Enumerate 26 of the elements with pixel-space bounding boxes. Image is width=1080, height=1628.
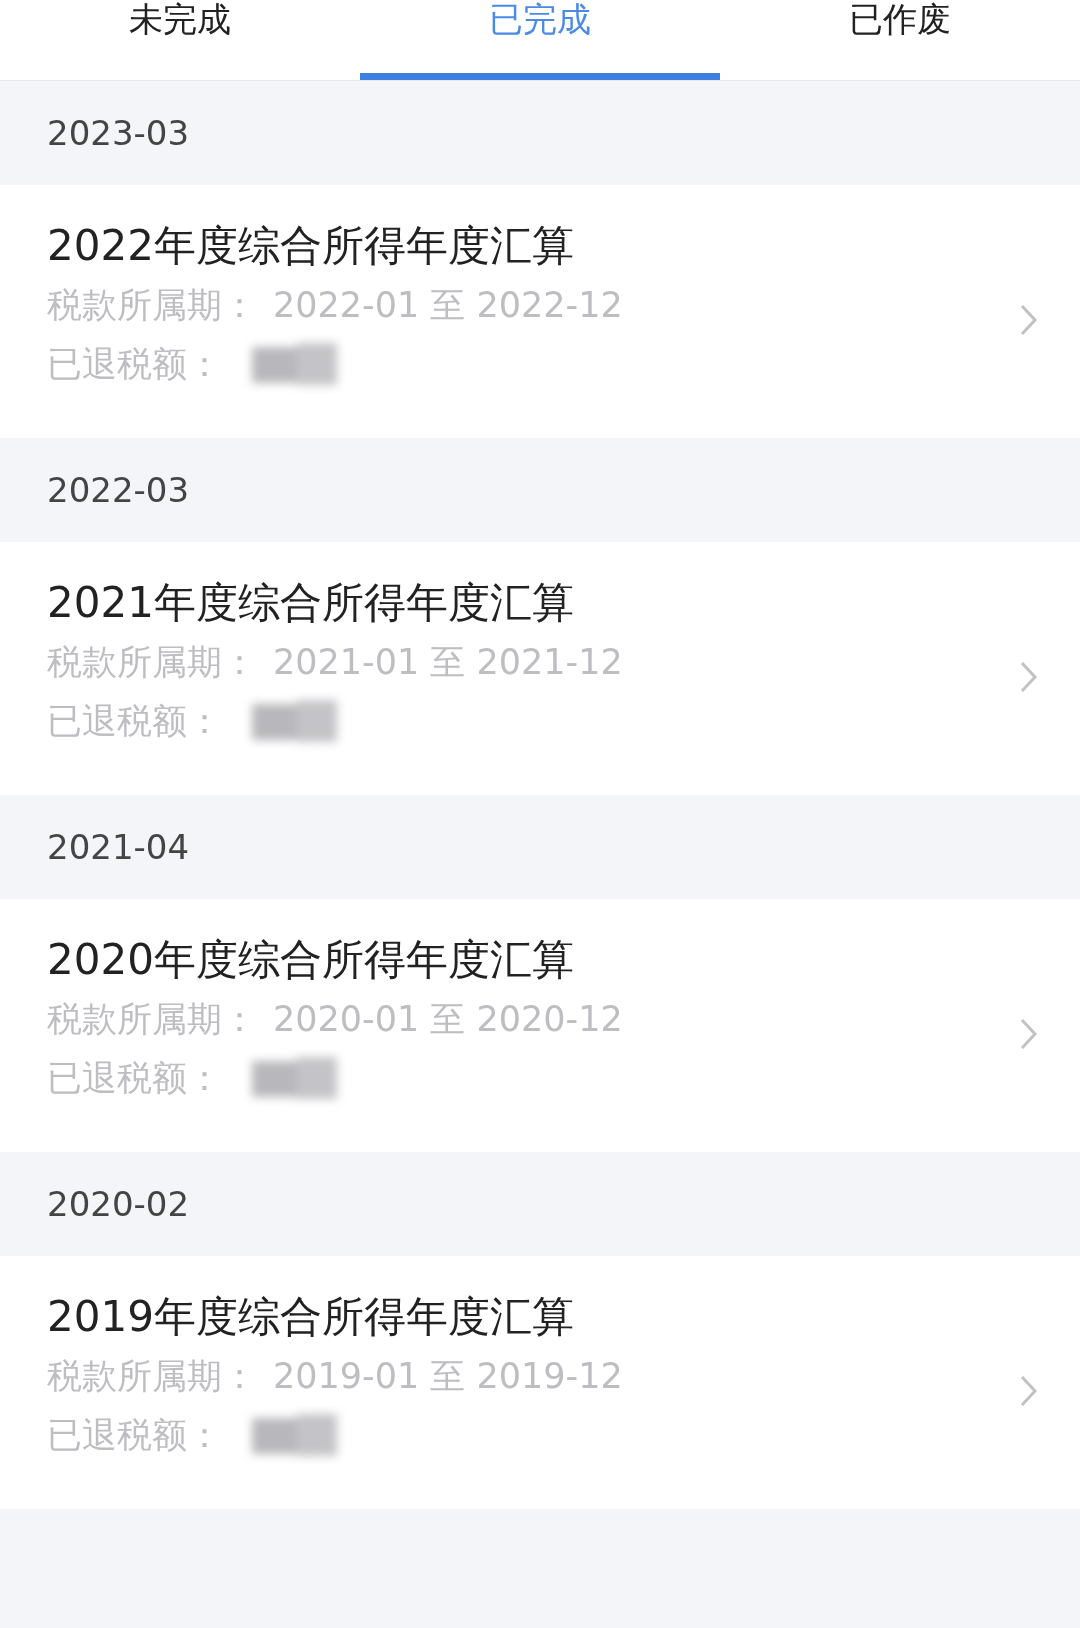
- record-row[interactable]: 2019年度综合所得年度汇算 税款所属期： 2019-01 至 2019-12 已退税额：: [0, 1256, 1080, 1509]
- record-row[interactable]: 2020年度综合所得年度汇算 税款所属期： 2020-01 至 2020-12 已退税额：: [0, 899, 1080, 1152]
- period-value: 2022-01 至 2022-12: [273, 284, 623, 328]
- month-header: 2023-03: [47, 111, 190, 155]
- record-title: 2019年度综合所得年度汇算: [47, 1292, 575, 1343]
- period-label: 税款所属期：: [47, 641, 257, 685]
- period-value: 2020-01 至 2020-12: [273, 998, 623, 1042]
- record-row[interactable]: 2022年度综合所得年度汇算 税款所属期： 2022-01 至 2022-12 已退税额：: [0, 185, 1080, 438]
- tab[interactable]: 已作废: [720, 0, 1080, 73]
- month-header: 2020-02: [47, 1182, 190, 1226]
- refund-label: 已退税额：: [47, 1057, 222, 1101]
- record-title: 2022年度综合所得年度汇算: [47, 221, 575, 272]
- refund-label: 已退税额：: [47, 1414, 222, 1458]
- record-title: 2021年度综合所得年度汇算: [47, 578, 575, 629]
- record-row[interactable]: 2021年度综合所得年度汇算 税款所属期： 2021-01 至 2021-12 已退税额：: [0, 542, 1080, 795]
- period-value: 2021-01 至 2021-12: [273, 641, 623, 685]
- refund-label: 已退税额：: [47, 700, 222, 744]
- period-label: 税款所属期：: [47, 284, 257, 328]
- month-header: 2022-03: [47, 468, 190, 512]
- tab[interactable]: 未完成: [0, 0, 360, 73]
- period-label: 税款所属期：: [47, 1355, 257, 1399]
- period-value: 2019-01 至 2019-12: [273, 1355, 623, 1399]
- refund-label: 已退税额：: [47, 343, 222, 387]
- period-label: 税款所属期：: [47, 998, 257, 1042]
- month-header: 2021-04: [47, 825, 190, 869]
- record-title: 2020年度综合所得年度汇算: [47, 935, 575, 986]
